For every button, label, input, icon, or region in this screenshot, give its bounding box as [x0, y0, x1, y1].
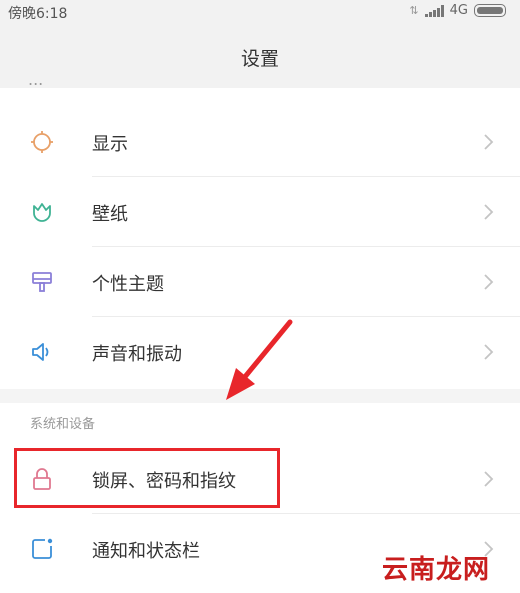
settings-item-wallpaper[interactable]: 壁纸 — [0, 177, 520, 247]
watermark: 云南龙网 — [381, 555, 490, 585]
annotation-highlight-box — [14, 448, 280, 508]
brush-icon — [32, 272, 52, 292]
sun-icon — [31, 131, 53, 153]
notification-icon — [32, 538, 53, 559]
settings-item-display[interactable]: 显示 — [0, 107, 520, 177]
settings-item-label: 壁纸 — [92, 204, 128, 225]
settings-item-label: 个性主题 — [92, 274, 164, 295]
network-type: 4G — [449, 3, 468, 18]
chevron-right-icon — [484, 204, 494, 220]
data-transfer-icon: ⇅ — [409, 4, 419, 17]
status-time: 傍晚6:18 — [8, 6, 68, 22]
section-divider — [0, 389, 520, 403]
settings-item-label: 显示 — [92, 134, 128, 155]
status-indicators: ⇅ 4G — [409, 3, 506, 18]
partial-list-item: ... — [28, 80, 58, 90]
settings-item-label: 声音和振动 — [92, 344, 182, 365]
status-bar: 傍晚6:18 ⇅ 4G — [0, 0, 520, 24]
tulip-icon — [33, 203, 51, 222]
chevron-right-icon — [484, 274, 494, 290]
settings-item-label: 通知和状态栏 — [92, 541, 200, 562]
signal-icon — [424, 4, 444, 17]
battery-icon — [474, 4, 506, 17]
chevron-right-icon — [484, 471, 494, 487]
partial-list-item-label: ... — [28, 80, 58, 89]
settings-item-theme[interactable]: 个性主题 — [0, 247, 520, 317]
chevron-right-icon — [484, 344, 494, 360]
page-title: 设置 — [240, 48, 279, 70]
section-title: 系统和设备 — [30, 417, 96, 432]
header: 设置 — [0, 24, 520, 88]
chevron-right-icon — [484, 134, 494, 150]
speaker-icon — [32, 343, 49, 361]
settings-item-sound[interactable]: 声音和振动 — [0, 317, 520, 387]
